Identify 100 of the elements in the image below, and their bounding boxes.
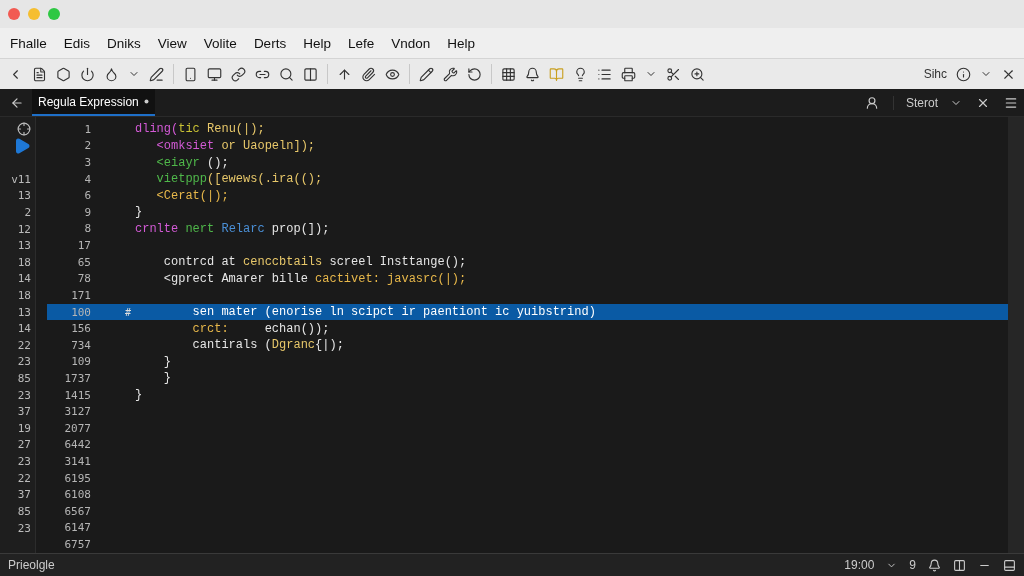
hexagon-icon[interactable] (56, 66, 71, 82)
menu-item[interactable]: Dniks (107, 35, 141, 51)
code-line: <gprect Amarer bille cactivet: javasrc(|); (162, 271, 467, 286)
line-number: 6757 (63, 538, 91, 552)
code-line: <eiayr (); (155, 155, 229, 170)
code-line: <Cerat(|); (155, 188, 229, 203)
line-number: 171 (70, 288, 91, 302)
gutter-number: 23 (17, 355, 31, 369)
line-number: 1737 (63, 371, 91, 385)
columns-icon[interactable] (303, 66, 318, 82)
bulb-icon[interactable] (573, 66, 588, 82)
pencil-icon[interactable] (419, 66, 434, 82)
line-number: 17 (76, 239, 91, 253)
dropdown-label[interactable]: Sterot (906, 95, 938, 110)
gutter-number: 19 (17, 421, 31, 435)
line-number: 3127 (63, 405, 91, 419)
menu-item[interactable]: Volite (203, 35, 237, 51)
gutter-number: 23 (17, 521, 31, 535)
scrollbar[interactable] (1008, 117, 1024, 553)
menu-item[interactable]: Derts (253, 35, 287, 51)
menu-item[interactable]: Fhalle (10, 35, 47, 51)
menu-item[interactable]: Help (303, 35, 331, 51)
line-number: 8 (83, 222, 91, 236)
line-number: 2077 (63, 421, 91, 435)
zoom-icon[interactable] (690, 66, 705, 82)
minimize-dot[interactable] (28, 8, 40, 20)
line-number: 6567 (63, 504, 91, 518)
code-line: } (135, 388, 143, 403)
toolbar-label: Sihc (923, 67, 947, 81)
code-line: } (135, 205, 143, 220)
phone-icon[interactable] (183, 66, 198, 82)
rotate-icon[interactable] (467, 66, 482, 82)
gutter-number: 27 (17, 438, 31, 452)
scissors-icon[interactable] (666, 66, 681, 82)
line-number: 100 (70, 305, 91, 319)
menu-item[interactable]: View (157, 35, 187, 51)
gutter-number: 14 (17, 322, 31, 336)
pen-icon[interactable] (149, 66, 164, 82)
play-icon[interactable] (13, 136, 31, 155)
menu-item[interactable]: Edis (63, 35, 91, 51)
gutter-number: 37 (17, 405, 31, 419)
code-line: vietppp([ewews(.ira((); (155, 172, 323, 187)
bell-icon[interactable] (525, 66, 540, 82)
line-number: 78 (76, 272, 91, 286)
document-icon[interactable] (32, 66, 47, 82)
paperclip-icon[interactable] (361, 66, 376, 82)
bell-icon[interactable] (928, 558, 941, 572)
cursor-position[interactable]: 19:00 (844, 558, 875, 572)
line-number: 734 (70, 338, 91, 352)
menu-icon[interactable] (1004, 95, 1018, 110)
grid-icon[interactable] (501, 66, 516, 82)
line-number: 6 (83, 189, 91, 203)
line-marker: # (124, 306, 131, 318)
link-icon[interactable] (231, 66, 246, 82)
printer-icon[interactable] (621, 66, 636, 82)
menu-item[interactable]: Vndon (391, 35, 431, 51)
code-line: } (162, 371, 171, 386)
gutter-number: 13 (17, 305, 31, 319)
maximize-dot[interactable] (48, 8, 60, 20)
gutter-number: 37 (17, 488, 31, 502)
gutter-number: 14 (17, 272, 31, 286)
code-line: <omksiet or Uaopeln]); (155, 138, 316, 153)
user-icon[interactable] (865, 95, 879, 110)
gutter-number: 13 (17, 239, 31, 253)
gutter-number: 22 (17, 471, 31, 485)
search-icon[interactable] (279, 66, 294, 82)
line-number: 65 (76, 255, 91, 269)
code-line: cantirals (Dgranc{|); (191, 338, 344, 353)
panel-icon[interactable] (1003, 558, 1016, 572)
gutter-number: 2 (24, 205, 31, 219)
gutter-number: 85 (17, 372, 31, 385)
line-number: 156 (70, 322, 91, 336)
editor-tab[interactable]: Regula Expression (32, 89, 155, 116)
info-icon[interactable] (956, 66, 971, 82)
code-line: dling(tic Renu(|); (135, 122, 265, 137)
code-line: crct: echan()); (191, 321, 330, 336)
wrench-icon[interactable] (443, 66, 458, 82)
line-number: 6147 (63, 521, 91, 535)
gutter-number: 23 (17, 455, 31, 469)
line-number: 6108 (63, 488, 91, 502)
code-line: crnlte nert Relarc prop(]); (135, 221, 330, 236)
menu-item[interactable]: Lefe (347, 35, 375, 51)
gutter-number: 22 (17, 338, 31, 352)
menu-item[interactable]: Help (447, 35, 475, 51)
list-icon[interactable] (597, 66, 612, 82)
gutter-number: 18 (17, 255, 31, 269)
line-number: 6195 (63, 471, 91, 485)
monitor-icon[interactable] (207, 66, 222, 82)
close-dot[interactable] (8, 8, 20, 20)
column-indicator[interactable]: 9 (909, 558, 916, 572)
droplet-icon[interactable] (104, 66, 119, 82)
line-number: 109 (70, 355, 91, 369)
back-icon[interactable] (10, 95, 24, 110)
eye-icon[interactable] (385, 66, 400, 82)
code-line: sen mater (enorise ln scipct ir paentiont ic yuibstrind) (191, 305, 596, 319)
power-icon[interactable] (80, 66, 95, 82)
status-text: Prieolgle (8, 558, 55, 572)
gutter-number: 13 (17, 189, 31, 203)
line-number: 4 (83, 172, 91, 186)
gutter-number: v11 (11, 172, 31, 186)
